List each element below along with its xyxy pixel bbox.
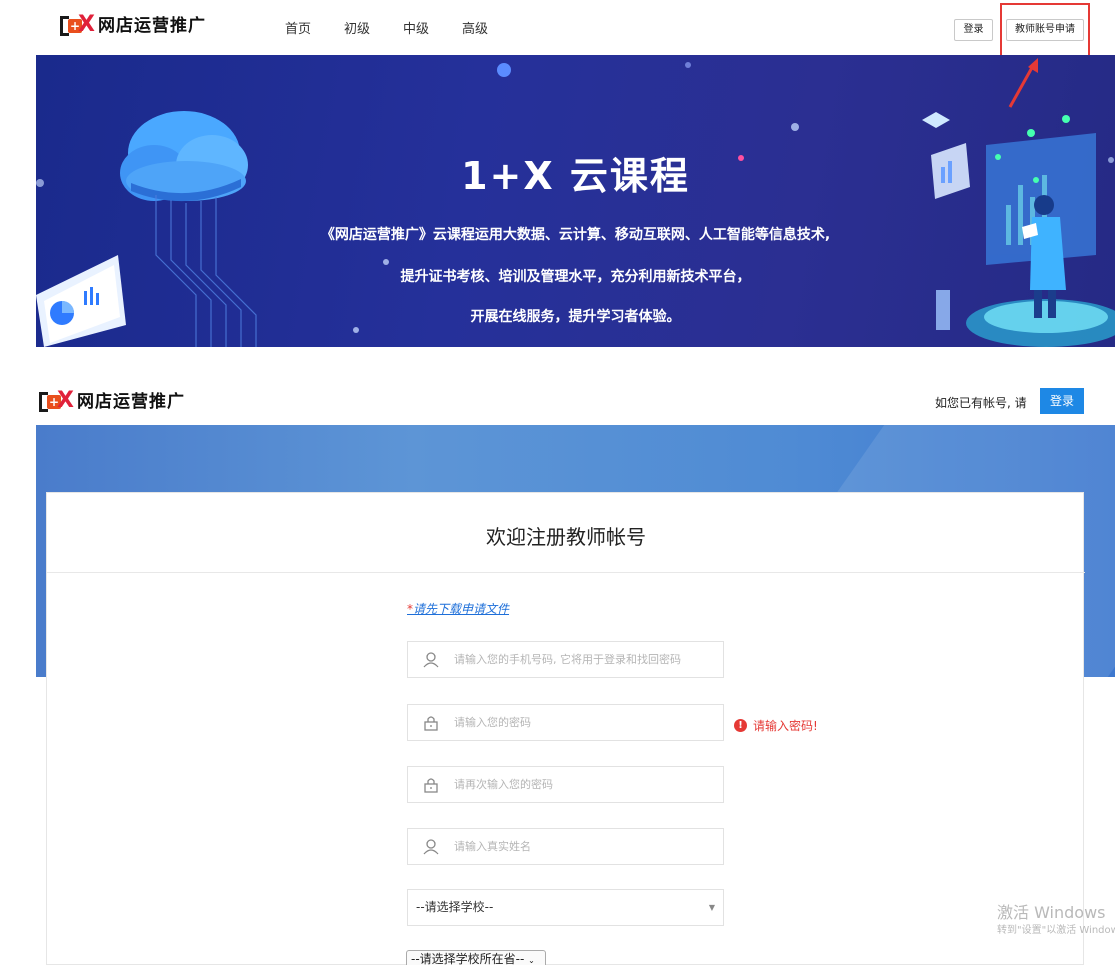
watermark-subtitle: 转到"设置"以激活 Windows。 [997, 925, 1115, 936]
register-login-button[interactable]: 登录 [1040, 388, 1084, 414]
province-select-value: --请选择学校所在省-- [411, 952, 525, 965]
banner-title: 1+X 云课程 [461, 154, 690, 198]
phone-field[interactable] [407, 641, 724, 678]
lock-icon [408, 766, 454, 803]
password-confirm-field[interactable] [407, 766, 724, 803]
logo-icon: + X [39, 389, 74, 413]
user-icon [408, 828, 454, 865]
register-logo[interactable]: + X 网店运营推广 [39, 389, 185, 413]
windows-activation-watermark: 激活 Windows 转到"设置"以激活 Windows。 [997, 903, 1115, 939]
download-application-link[interactable]: *请先下载申请文件 [407, 600, 509, 617]
password-input[interactable] [454, 716, 714, 729]
school-select[interactable]: --请选择学校-- ▼ [407, 889, 724, 926]
banner-line-2: 提升证书考核、培训及管理水平，充分利用新技术平台， [400, 269, 751, 285]
logo-icon: + X [60, 13, 95, 37]
chevron-down-icon: ⌄ [528, 956, 535, 965]
site-header: + X 网店运营推广 首页 初级 中级 高级 登录 教师账号申请 [0, 0, 1115, 57]
logo-text: 网店运营推广 [98, 16, 206, 36]
lock-icon [408, 704, 454, 741]
register-header: + X 网店运营推广 如您已有帐号, 请 登录 [0, 380, 1115, 425]
chevron-down-icon: ▼ [708, 903, 715, 912]
user-icon [408, 641, 454, 678]
password-field[interactable] [407, 704, 724, 741]
banner-illustration [36, 62, 1115, 347]
nav-advanced[interactable]: 高级 [462, 18, 488, 37]
school-select-value: --请选择学校-- [416, 900, 494, 914]
error-icon: ! [734, 719, 747, 732]
site-logo[interactable]: + X 网店运营推广 [60, 13, 206, 37]
realname-field[interactable] [407, 828, 724, 865]
highlight-annotation-box [1000, 3, 1090, 57]
login-button[interactable]: 登录 [954, 19, 993, 41]
existing-account-hint: 如您已有帐号, 请 [935, 396, 1027, 410]
province-select[interactable]: --请选择学校所在省-- ⌄ [406, 950, 546, 965]
register-card: 欢迎注册教师帐号 *请先下载申请文件 ! 请输入密码! --请选择学校-- ▼ … [46, 492, 1085, 965]
annotation-arrow-icon [1008, 58, 1038, 108]
banner-line-1: 《网店运营推广》云课程运用大数据、云计算、移动互联网、人工智能等信息技术, [320, 227, 831, 243]
main-nav: 首页 初级 中级 高级 [285, 18, 488, 37]
nav-beginner[interactable]: 初级 [344, 18, 370, 37]
hero-banner: 1+X 云课程 《网店运营推广》云课程运用大数据、云计算、移动互联网、人工智能等… [36, 55, 1115, 347]
logo-text: 网店运营推广 [77, 392, 185, 412]
password-error-text: 请输入密码! [753, 719, 818, 733]
watermark-title: 激活 Windows [997, 903, 1106, 922]
register-title: 欢迎注册教师帐号 [47, 493, 1085, 573]
phone-input[interactable] [454, 653, 714, 666]
nav-home[interactable]: 首页 [285, 18, 311, 37]
password-error: ! 请输入密码! [734, 717, 818, 734]
banner-line-3: 开展在线服务，提升学习者体验。 [470, 309, 681, 325]
nav-intermediate[interactable]: 中级 [403, 18, 429, 37]
password-confirm-input[interactable] [454, 778, 714, 791]
realname-input[interactable] [454, 840, 714, 853]
